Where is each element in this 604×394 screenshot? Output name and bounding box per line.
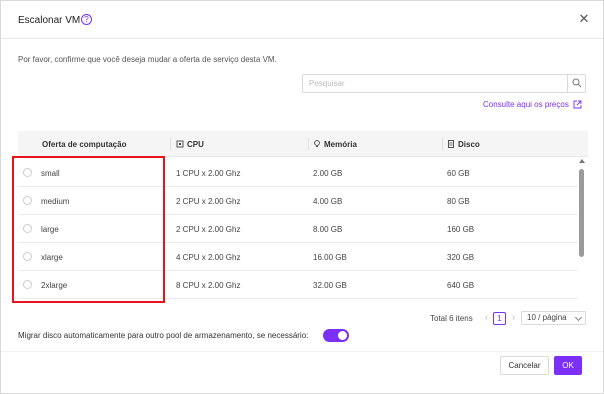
column-header-cpu: CPU	[176, 140, 204, 149]
page-size-value: 10 / página	[527, 313, 567, 322]
cpu-value: 2 CPU x 2.00 Ghz	[176, 225, 241, 234]
pagination-total: Total 6 itens	[430, 314, 473, 323]
page-size-select[interactable]: 10 / página	[521, 311, 586, 325]
close-icon[interactable]: ✕	[578, 12, 590, 25]
column-separator	[170, 138, 171, 150]
search-box	[302, 74, 586, 93]
pagination-page-1[interactable]: 1	[493, 312, 506, 325]
question-circle-icon[interactable]: ?	[81, 14, 92, 25]
chevron-down-icon	[574, 313, 583, 322]
memory-value: 16.00 GB	[313, 253, 347, 262]
cpu-icon	[176, 140, 184, 148]
disk-value: 640 GB	[447, 281, 475, 290]
migrate-disk-label: Migrar disco automaticamente para outro …	[18, 331, 309, 340]
disk-value: 80 GB	[447, 197, 470, 206]
column-header-cpu-label: CPU	[187, 140, 204, 149]
prices-link[interactable]: Consulte aqui os preços	[483, 100, 569, 109]
column-header-disk: Disco	[447, 140, 480, 149]
disk-icon	[448, 140, 454, 148]
scroll-thumb[interactable]	[579, 169, 584, 257]
pagination-next-button[interactable]: ›	[509, 312, 518, 324]
column-separator	[442, 138, 443, 150]
search-button[interactable]	[567, 75, 585, 92]
footer-divider	[1, 351, 603, 352]
toggle-knob	[338, 331, 347, 340]
disk-value: 60 GB	[447, 169, 470, 178]
dialog-title: Escalonar VM	[18, 15, 81, 26]
cpu-value: 8 CPU x 2.00 Ghz	[176, 281, 241, 290]
column-separator	[308, 138, 309, 150]
column-header-memory-label: Memória	[324, 140, 357, 149]
column-header-offering: Oferta de computação	[42, 140, 127, 149]
memory-value: 32.00 GB	[313, 281, 347, 290]
dialog-header: Escalonar VM ? ✕	[1, 1, 603, 39]
ok-button[interactable]: OK	[554, 356, 582, 375]
highlight-box	[12, 156, 165, 303]
disk-value: 320 GB	[447, 253, 475, 262]
cpu-value: 2 CPU x 2.00 Ghz	[176, 197, 241, 206]
scale-vm-dialog: Escalonar VM ? ✕ Por favor, confirme que…	[0, 0, 604, 394]
column-header-disk-label: Disco	[458, 140, 480, 149]
dialog-description: Por favor, confirme que você deseja muda…	[18, 55, 277, 64]
disk-value: 160 GB	[447, 225, 475, 234]
scroll-up-arrow-icon[interactable]	[579, 159, 585, 163]
memory-value: 8.00 GB	[313, 225, 343, 234]
migrate-disk-toggle[interactable]	[323, 329, 349, 342]
search-input[interactable]	[303, 75, 568, 92]
memory-value: 2.00 GB	[313, 169, 343, 178]
pagination-prev-button[interactable]: ‹	[482, 312, 491, 324]
cpu-value: 4 CPU x 2.00 Ghz	[176, 253, 241, 262]
search-icon	[572, 78, 582, 88]
memory-value: 4.00 GB	[313, 197, 343, 206]
cancel-button[interactable]: Cancelar	[500, 356, 549, 375]
external-link-icon[interactable]	[573, 100, 582, 109]
table-scrollbar[interactable]	[578, 159, 586, 263]
column-header-memory: Memória	[313, 140, 357, 149]
table-header: Oferta de computação CPU Memória Disco	[18, 131, 588, 157]
cpu-value: 1 CPU x 2.00 Ghz	[176, 169, 241, 178]
lightbulb-icon	[314, 140, 320, 147]
